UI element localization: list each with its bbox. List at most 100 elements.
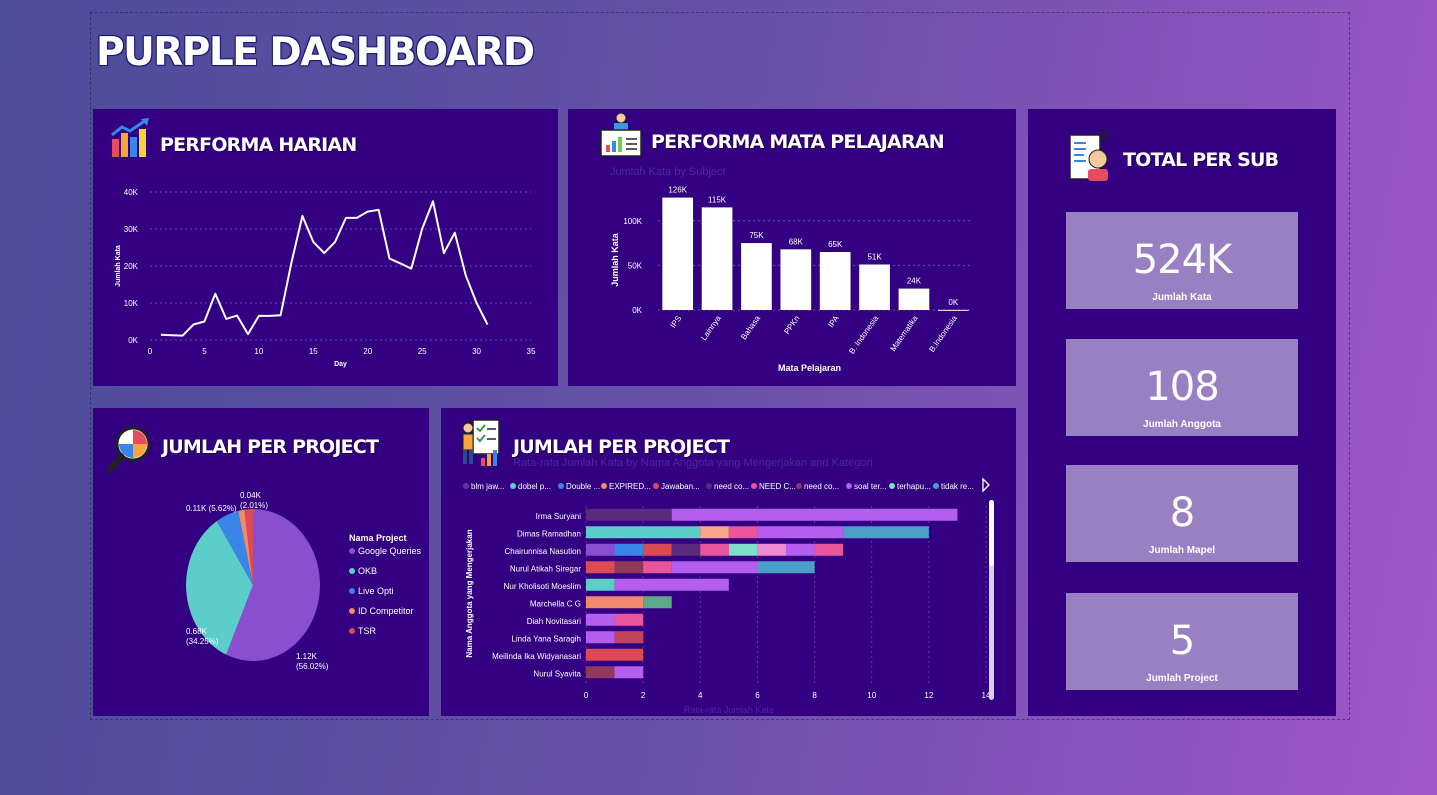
x-tick-label: 15 (309, 347, 318, 356)
kpi-value: 8 (1169, 490, 1195, 536)
y-tick-label: Marchella C G (530, 599, 581, 608)
project-pie-chart[interactable]: 1.12K(56.02%) 0.68K(34.25%) 0.11K (5.62%)0… (93, 408, 429, 716)
x-tick-label: 25 (418, 347, 427, 356)
bar-segment[interactable] (614, 578, 729, 591)
bar-segment[interactable] (843, 526, 929, 539)
legend-label[interactable]: need co... (714, 482, 749, 491)
y-tick-label: 40K (124, 188, 139, 197)
bar-segment[interactable] (814, 543, 844, 556)
x-tick-label: 5 (202, 347, 207, 356)
daily-performance-panel[interactable]: PERFORMA HARIAN 0K 10K 20K 30K 40K 0 5 10 15 20 25… (93, 109, 558, 386)
bar-segment[interactable] (786, 543, 815, 556)
bar-segment[interactable] (614, 613, 644, 626)
daily-line-chart[interactable]: 0K 10K 20K 30K 40K 0 5 10 15 20 25 30 35 Day Jumlah Ka… (93, 109, 558, 386)
legend-label[interactable]: Live Opti (358, 586, 394, 596)
bar-segment[interactable] (586, 578, 615, 591)
data-label: (34.25%) (186, 637, 219, 646)
y-tick-label: Dimas Ramadhan (517, 529, 581, 538)
kpi-label: Jumlah Mapel (1148, 545, 1216, 556)
bar-segment[interactable] (728, 543, 758, 556)
bar[interactable] (819, 252, 851, 310)
y-tick-label: 0K (128, 336, 138, 345)
bar-segment[interactable] (643, 596, 672, 609)
bar-segment[interactable] (728, 526, 758, 539)
bar-segment[interactable] (614, 543, 644, 556)
x-tick-label: B.Indonesia (927, 314, 959, 354)
data-label: 115K (708, 195, 727, 204)
legend-label[interactable]: dobel p... (518, 482, 551, 491)
bar[interactable] (937, 309, 969, 311)
legend-label[interactable]: NEED C... (759, 482, 796, 491)
legend-label[interactable]: terhapu... (897, 482, 931, 491)
bar-segment[interactable] (586, 596, 644, 609)
legend-label[interactable]: soal ter... (854, 482, 886, 491)
bar-segment[interactable] (614, 561, 644, 574)
legend-label[interactable]: blm jaw... (471, 482, 504, 491)
bar-segment[interactable] (700, 543, 729, 556)
bar-segment[interactable] (586, 613, 615, 626)
kpi-card-jumlah-mapel: 8 Jumlah Mapel (1066, 465, 1298, 562)
bar[interactable] (780, 249, 812, 310)
legend-label[interactable]: Double ... (566, 482, 600, 491)
y-tick-label: 10K (124, 299, 139, 308)
project-stacked-bar-chart[interactable]: blm jaw... dobel p... Double ... EXPIRED...… (441, 408, 1016, 716)
y-tick-label: 30K (124, 225, 139, 234)
bar-segment[interactable] (586, 526, 701, 539)
legend-marker (349, 608, 355, 614)
bar-segment[interactable] (671, 508, 958, 521)
scrollbar-thumb[interactable] (989, 500, 994, 566)
bar-segment[interactable] (700, 526, 729, 539)
y-tick-label: Diah Novitasari (527, 617, 581, 626)
legend-label[interactable]: OKB (358, 566, 377, 576)
bar-segment[interactable] (586, 666, 615, 679)
bar-segment[interactable] (586, 648, 644, 661)
bar[interactable] (859, 264, 890, 310)
x-tick-label: B. Indonesia (847, 314, 880, 356)
bar-segment[interactable] (757, 526, 844, 539)
legend-marker (846, 483, 852, 489)
legend-label[interactable]: TSR (358, 626, 377, 636)
subject-performance-panel[interactable]: PERFORMA MATA PELAJARAN Jumlah Kata by S… (568, 109, 1016, 386)
y-tick-label: 100K (623, 217, 642, 226)
x-tick-label: 0 (584, 691, 589, 700)
data-label: 51K (867, 252, 882, 261)
legend-label[interactable]: EXPIRED... (609, 482, 651, 491)
bar-segment[interactable] (586, 561, 615, 574)
bar-segment[interactable] (586, 543, 615, 556)
x-tick-label: 35 (527, 347, 536, 356)
bar-segment[interactable] (614, 666, 644, 679)
bar-segment[interactable] (757, 543, 786, 556)
total-panel-title: TOTAL PER SUB (1123, 149, 1279, 171)
legend-label[interactable]: Jawaban... (661, 482, 700, 491)
project-pie-panel[interactable]: JUMLAH PER PROJECT 1.12K (56.02%) 0.68K (34… (93, 408, 429, 716)
x-tick-label: IPS (669, 314, 684, 330)
bar-segment[interactable] (757, 561, 815, 574)
bar[interactable] (741, 243, 772, 310)
legend-marker (601, 483, 607, 489)
legend-marker (889, 483, 895, 489)
legend-next-arrow-icon[interactable] (982, 477, 990, 493)
bar[interactable] (662, 197, 694, 310)
bar-segment[interactable] (586, 508, 672, 521)
bar-segment[interactable] (586, 631, 615, 644)
subject-bar-chart[interactable]: 0K50K100K126KIPS115KLainnya75KBahasa68KP… (568, 109, 1016, 386)
legend-marker (349, 548, 355, 554)
y-axis-title: Jumlah Kata (610, 232, 620, 287)
legend-label[interactable]: ID Competitor (358, 606, 414, 616)
x-tick-label: IPA (826, 313, 841, 329)
bar-segment[interactable] (671, 561, 758, 574)
bar-segment[interactable] (671, 543, 701, 556)
legend-label[interactable]: Google Queries (358, 546, 422, 556)
bar-segment[interactable] (643, 561, 672, 574)
legend-title: Nama Project (349, 533, 407, 543)
bar[interactable] (898, 288, 930, 310)
bar-segment[interactable] (614, 631, 644, 644)
legend-label[interactable]: need co... (804, 482, 839, 491)
project-bar-panel[interactable]: JUMLAH PER PROJECT Rata-rata Jumlah Kata… (441, 408, 1016, 716)
series-line[interactable] (160, 200, 489, 337)
data-label: 0K (948, 298, 958, 307)
x-tick-label: Matematika (888, 314, 919, 353)
bar-segment[interactable] (643, 543, 672, 556)
bar[interactable] (701, 207, 733, 310)
legend-label[interactable]: tidak re... (941, 482, 974, 491)
